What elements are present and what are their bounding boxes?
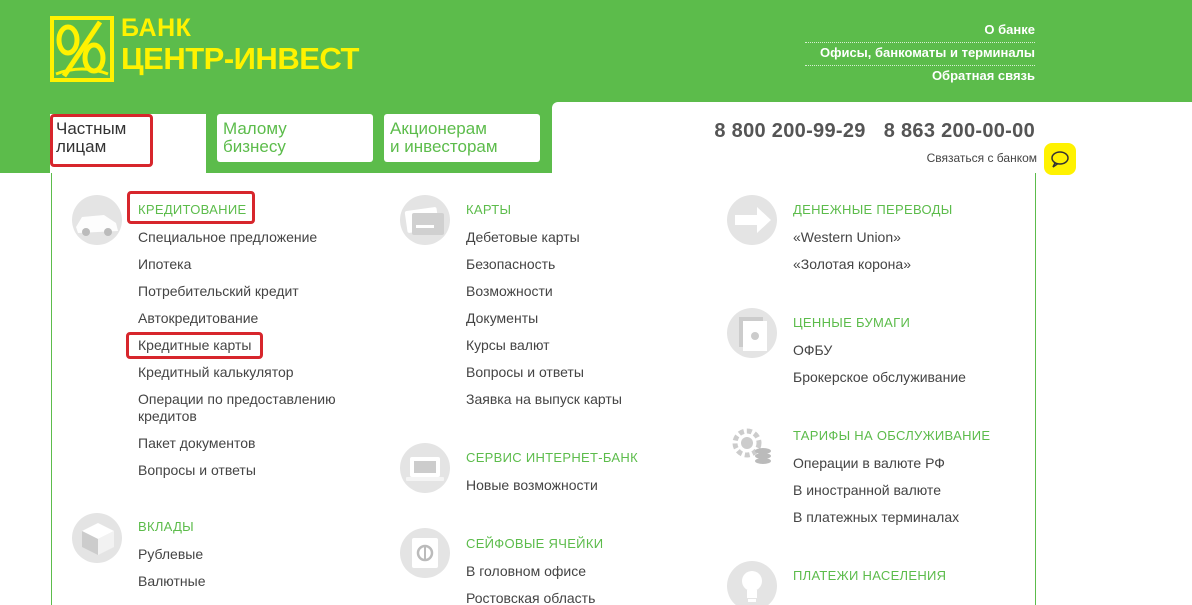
credit-item-faq[interactable]: Вопросы и ответы [138, 462, 358, 479]
cards-item-faq[interactable]: Вопросы и ответы [466, 364, 622, 381]
payments-title[interactable]: ПЛАТЕЖИ НАСЕЛЕНИЯ [793, 568, 946, 583]
securities-title[interactable]: ЦЕННЫЕ БУМАГИ [793, 315, 910, 330]
bank-logo-text: БАНК ЦЕНТР-ИНВЕСТ [121, 14, 359, 76]
site-header: БАНК ЦЕНТР-ИНВЕСТ О банке Офисы, банкома… [0, 0, 1192, 176]
internet-bank-title[interactable]: СЕРВИС ИНТЕРНЕТ-БАНК [466, 450, 638, 465]
credit-item-documents[interactable]: Пакет документов [138, 435, 358, 452]
document-icon [727, 308, 777, 358]
credit-item-auto[interactable]: Автокредитование [138, 310, 358, 327]
deposits-title[interactable]: ВКЛАДЫ [138, 519, 194, 534]
transfers-items: «Western Union» «Золотая корона» [793, 229, 911, 283]
credit-item-calculator[interactable]: Кредитный калькулятор [138, 364, 358, 381]
tab-shareholders-line1: Акционерам [390, 119, 487, 138]
tab-shareholders-line2: и инвесторам [390, 137, 498, 156]
about-bank-link[interactable]: О банке [805, 20, 1035, 43]
tariffs-title[interactable]: ТАРИФЫ НА ОБСЛУЖИВАНИЕ [793, 428, 990, 443]
cards-title[interactable]: КАРТЫ [466, 202, 511, 217]
cards-item-documents[interactable]: Документы [466, 310, 622, 327]
credit-item-special-offer[interactable]: Специальное предложение [138, 229, 358, 246]
car-icon [72, 195, 122, 245]
tariffs-item-foreign[interactable]: В иностранной валюте [793, 482, 959, 499]
offices-atms-link[interactable]: Офисы, банкоматы и терминалы [805, 43, 1035, 66]
phone-numbers: 8 800 200-99-29 8 863 200-00-00 [714, 120, 1035, 143]
credit-item-credit-cards[interactable]: Кредитные карты [138, 337, 358, 354]
coin-stack-icon [72, 513, 122, 563]
cards-item-exchange-rates[interactable]: Курсы валют [466, 337, 622, 354]
bank-logo-icon [50, 16, 114, 82]
dropdown-menu: КРЕДИТОВАНИЕ Специальное предложение Ипо… [51, 173, 1036, 605]
transfers-item-zolotaya-korona[interactable]: «Золотая корона» [793, 256, 911, 273]
safe-boxes-item-head-office[interactable]: В головном офисе [466, 563, 595, 580]
credit-item-operations-label: Операции по предоставлению кредитов [138, 391, 336, 424]
internet-bank-item-new-features[interactable]: Новые возможности [466, 477, 598, 494]
phone-federal[interactable]: 8 800 200-99-29 [714, 120, 865, 143]
tariffs-item-rub[interactable]: Операции в валюте РФ [793, 455, 959, 472]
securities-item-ofbu[interactable]: ОФБУ [793, 342, 966, 359]
lightbulb-icon [727, 561, 777, 605]
bank-logo-line2: ЦЕНТР-ИНВЕСТ [121, 41, 359, 76]
cards-items: Дебетовые карты Безопасность Возможности… [466, 229, 622, 418]
top-links: О банке Офисы, банкоматы и терминалы Обр… [805, 20, 1035, 88]
deposits-item-rub[interactable]: Рублевые [138, 546, 205, 563]
gear-coins-icon [727, 421, 777, 471]
deposits-item-currency[interactable]: Валютные [138, 573, 205, 590]
cards-item-application[interactable]: Заявка на выпуск карты [466, 391, 622, 408]
cards-item-features[interactable]: Возможности [466, 283, 622, 300]
credit-title[interactable]: КРЕДИТОВАНИЕ [138, 202, 246, 217]
speech-bubble-icon [1051, 151, 1069, 168]
bank-logo[interactable]: БАНК ЦЕНТР-ИНВЕСТ [50, 16, 359, 82]
cards-item-debit[interactable]: Дебетовые карты [466, 229, 622, 246]
tab-small-business-line2: бизнесу [223, 137, 286, 156]
laptop-icon [400, 443, 450, 493]
safe-boxes-item-rostov[interactable]: Ростовская область [466, 590, 595, 605]
tariffs-items: Операции в валюте РФ В иностранной валют… [793, 455, 959, 536]
tab-small-business[interactable]: Малому бизнесу [217, 114, 373, 162]
safe-boxes-items: В головном офисе Ростовская область [466, 563, 595, 605]
cards-item-security[interactable]: Безопасность [466, 256, 622, 273]
credit-item-mortgage[interactable]: Ипотека [138, 256, 358, 273]
tab-private-persons-line1: Частным [56, 119, 127, 138]
chat-button[interactable] [1044, 143, 1076, 175]
securities-item-brokerage[interactable]: Брокерское обслуживание [793, 369, 966, 386]
bank-logo-line1: БАНК [121, 14, 192, 42]
safe-boxes-title[interactable]: СЕЙФОВЫЕ ЯЧЕЙКИ [466, 536, 603, 551]
tab-private-persons-line2: лицам [56, 137, 107, 156]
tariffs-item-terminals[interactable]: В платежных терминалах [793, 509, 959, 526]
credit-item-consumer[interactable]: Потребительский кредит [138, 283, 358, 300]
contact-bank-link[interactable]: Связаться с банком [927, 151, 1037, 165]
contact-panel: 8 800 200-99-29 8 863 200-00-00 Связатьс… [552, 102, 1192, 175]
transfers-item-western-union[interactable]: «Western Union» [793, 229, 911, 246]
safe-icon [400, 528, 450, 578]
credit-item-operations[interactable]: Операции по предоставлению кредитов [138, 391, 358, 425]
arrow-transfer-icon [727, 195, 777, 245]
phone-local[interactable]: 8 863 200-00-00 [884, 120, 1035, 143]
tab-private-persons[interactable]: Частным лицам [50, 114, 206, 176]
tab-small-business-line1: Малому [223, 119, 287, 138]
feedback-link[interactable]: Обратная связь [805, 66, 1035, 88]
bank-card-icon [400, 195, 450, 245]
transfers-title[interactable]: ДЕНЕЖНЫЕ ПЕРЕВОДЫ [793, 202, 953, 217]
internet-bank-items: Новые возможности [466, 477, 598, 504]
credit-items: Специальное предложение Ипотека Потребит… [138, 229, 358, 489]
securities-items: ОФБУ Брокерское обслуживание [793, 342, 966, 396]
deposits-items: Рублевые Валютные [138, 546, 205, 600]
tab-shareholders[interactable]: Акционерам и инвесторам [384, 114, 540, 162]
